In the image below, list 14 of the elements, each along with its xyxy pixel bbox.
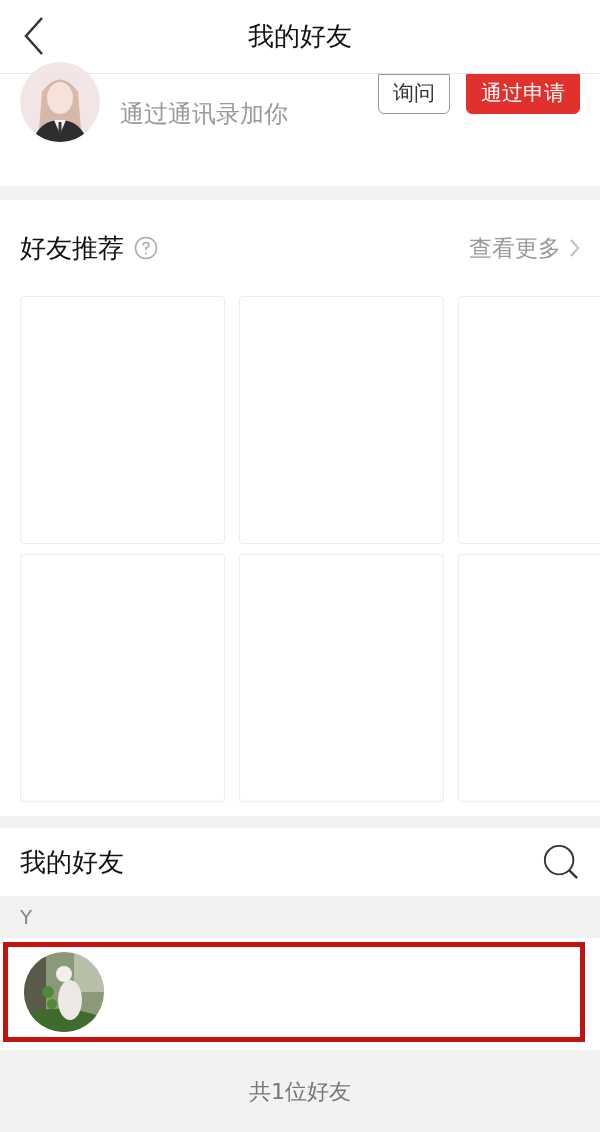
friend-row[interactable] xyxy=(3,942,585,1042)
back-icon[interactable] xyxy=(22,16,46,56)
friend-count: 共1位好友 xyxy=(249,1077,351,1106)
page-title: 我的好友 xyxy=(248,20,352,53)
chevron-right-icon xyxy=(569,238,580,258)
index-letter: Y xyxy=(20,904,33,931)
search-icon[interactable] xyxy=(542,843,580,881)
section-title: 我的好友 xyxy=(20,845,124,879)
see-more-link[interactable]: 查看更多 xyxy=(469,230,580,266)
section-title: 好友推荐 xyxy=(20,231,124,265)
help-icon[interactable] xyxy=(134,236,158,260)
accept-button[interactable]: 通过申请 xyxy=(466,74,580,114)
request-subtitle: 通过通讯录加你 xyxy=(120,99,289,130)
ask-button[interactable]: 询问 xyxy=(378,74,450,114)
